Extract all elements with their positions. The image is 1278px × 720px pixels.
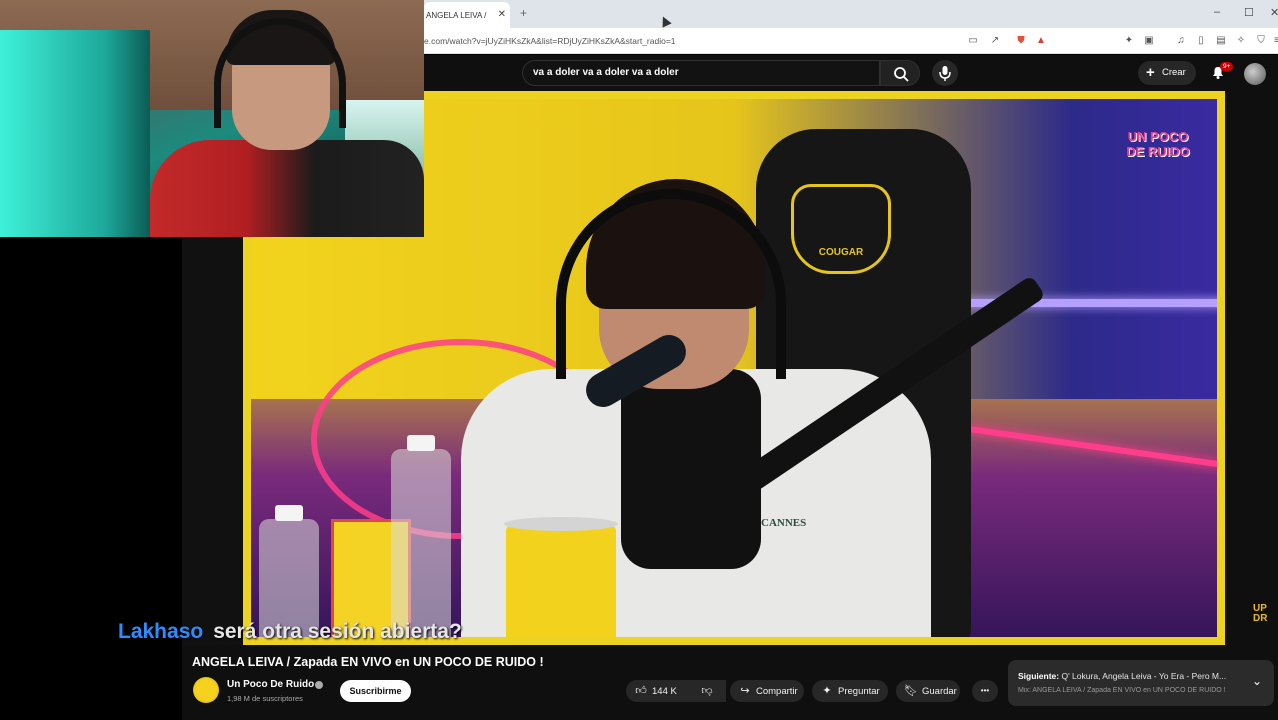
- like-count: 144 K: [652, 686, 677, 697]
- player-side-right: [1225, 91, 1278, 645]
- video-neon-light: [931, 299, 1217, 307]
- search-icon: [894, 67, 909, 82]
- up-next-title: Siguiente: Q' Lokura, Angela Leiva - Yo …: [1018, 671, 1240, 681]
- vpn-icon[interactable]: ⛉: [1254, 34, 1268, 48]
- share-page-icon[interactable]: ↗: [988, 34, 1002, 48]
- sparkle-icon: ✦: [822, 685, 832, 697]
- share-icon: ↪: [740, 685, 750, 697]
- avatar[interactable]: [1244, 63, 1266, 85]
- up-next-prefix: Siguiente:: [1018, 671, 1060, 681]
- tab-title: ANGELA LEIVA / Zapada: [426, 10, 488, 20]
- sidebar-icon[interactable]: ▯: [1194, 34, 1208, 48]
- video-title: ANGELA LEIVA / Zapada EN VIVO en UN POCO…: [192, 655, 544, 669]
- ai-icon[interactable]: ✧: [1234, 34, 1248, 48]
- channel-corner-logo: UP DR: [1253, 603, 1268, 624]
- share-button[interactable]: ↪ Compartir: [730, 680, 804, 702]
- share-label: Compartir: [756, 686, 798, 697]
- address-bar-row: e.com/watch?v=jUyZiHKsZkA&list=RDjUyZiHK…: [424, 28, 1278, 54]
- browser-tab[interactable]: ANGELA LEIVA / Zapada ✕: [424, 2, 510, 28]
- screenshot-icon[interactable]: ▣: [1142, 34, 1156, 48]
- extension-icon[interactable]: ✦: [1122, 34, 1136, 48]
- chat-text: será otra sesión abierta?: [213, 620, 462, 643]
- minimize-button[interactable]: –: [1214, 6, 1220, 18]
- thumbs-up-icon: 👍︎: [635, 685, 647, 697]
- ask-button[interactable]: ✦ Preguntar: [812, 680, 888, 702]
- tab-close-icon[interactable]: ✕: [498, 9, 506, 20]
- ask-label: Preguntar: [838, 686, 880, 697]
- video-chair-logo: COUGAR: [791, 184, 891, 274]
- up-next-video: Q' Lokura, Angela Leiva - Yo Era - Pero …: [1059, 671, 1227, 681]
- bookmark-icon: 🔖︎: [904, 685, 918, 697]
- screen: ANGELA LEIVA / Zapada ✕ + – ☐ ✕ e.com/wa…: [0, 0, 1278, 720]
- maximize-button[interactable]: ☐: [1244, 6, 1254, 19]
- youtube-header: va a doler va a doler va a doler + Crear…: [424, 55, 1278, 91]
- channel-name[interactable]: Un Poco De Ruido: [227, 679, 314, 690]
- more-actions-button[interactable]: •••: [972, 680, 998, 702]
- create-button[interactable]: + Crear: [1138, 61, 1196, 85]
- cast-icon[interactable]: ▭: [966, 34, 980, 48]
- subscriber-count: 1,98 M de suscriptores: [227, 694, 303, 703]
- notification-badge: 9+: [1220, 62, 1234, 71]
- url-field[interactable]: e.com/watch?v=jUyZiHKsZkA&list=RDjUyZiHK…: [424, 31, 944, 51]
- plus-icon: +: [1146, 64, 1155, 81]
- webcam-person-shirt: [150, 140, 424, 237]
- video-yellow-cup: [504, 517, 618, 637]
- close-window-button[interactable]: ✕: [1270, 6, 1278, 19]
- left-blank-area: [0, 237, 182, 720]
- webcam-wall-light: [0, 30, 150, 237]
- dislike-button[interactable]: 👎︎: [690, 680, 726, 702]
- wallet-icon[interactable]: ▤: [1214, 34, 1228, 48]
- subscribe-button[interactable]: Suscribirme: [340, 680, 411, 702]
- chat-username: Lakhaso: [118, 620, 204, 643]
- webcam-overlay: [0, 0, 424, 237]
- up-next-subtitle: Mix: ANGELA LEIVA / Zapada EN VIVO en UN…: [1018, 687, 1226, 694]
- up-next-card[interactable]: Siguiente: Q' Lokura, Angela Leiva - Yo …: [1008, 660, 1274, 706]
- channel-avatar[interactable]: [193, 677, 219, 703]
- music-icon[interactable]: ♫: [1174, 34, 1188, 48]
- search-button[interactable]: [880, 60, 920, 86]
- browser-tabstrip: ANGELA LEIVA / Zapada ✕ + – ☐ ✕: [424, 0, 1278, 28]
- video-water-bottle: [391, 435, 451, 637]
- menu-icon[interactable]: ≡: [1270, 34, 1278, 48]
- video-info-area: ANGELA LEIVA / Zapada EN VIVO en UN POCO…: [182, 645, 1278, 720]
- microphone-icon: [939, 66, 951, 81]
- video-hoodie-text: CANNES: [761, 517, 807, 529]
- search-input[interactable]: va a doler va a doler va a doler: [522, 60, 880, 86]
- stream-chat-message: Lakhaso será otra sesión abierta?: [118, 620, 462, 644]
- video-person-turtleneck: [621, 369, 761, 569]
- thumbs-down-icon: 👎︎: [701, 685, 713, 697]
- verified-icon: [315, 681, 323, 689]
- new-tab-button[interactable]: +: [520, 6, 527, 20]
- brave-shield-icon[interactable]: ⛊: [1014, 34, 1028, 48]
- video-brand-logo: UN POCO DE RUIDO: [1126, 129, 1190, 159]
- save-label: Guardar: [922, 686, 957, 697]
- chevron-down-icon[interactable]: ⌄: [1252, 674, 1262, 688]
- rewards-icon[interactable]: ▲: [1034, 34, 1048, 48]
- save-button[interactable]: 🔖︎ Guardar: [896, 680, 960, 702]
- voice-search-button[interactable]: [932, 60, 958, 86]
- create-label: Crear: [1162, 67, 1186, 78]
- mouse-cursor-icon: [658, 14, 672, 28]
